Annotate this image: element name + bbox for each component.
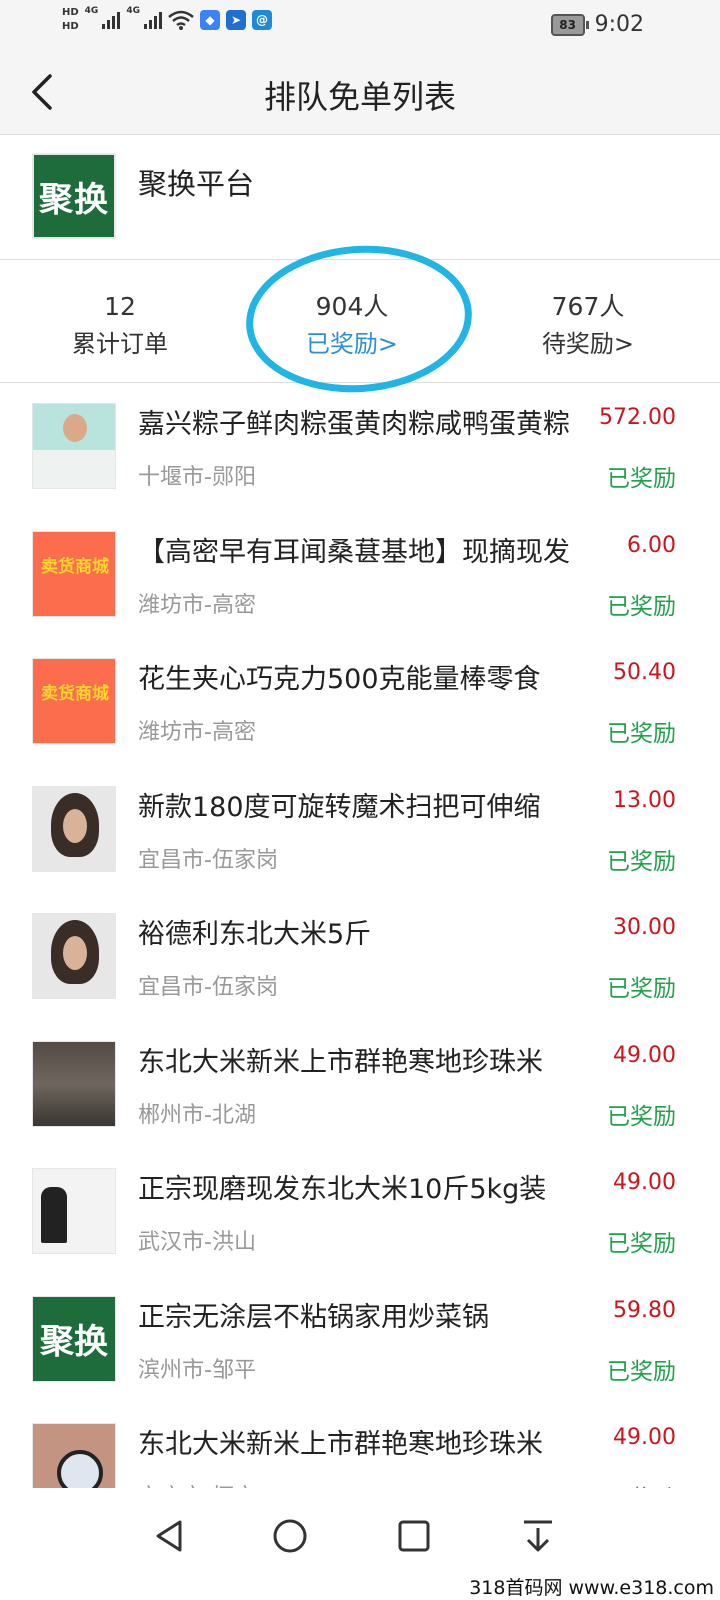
list-item[interactable]: 正宗现磨现发东北大米10斤5kg装 武汉市-洪山 49.00 已奖励 (0, 1148, 720, 1276)
watermark: 318首码网 www.e318.com (467, 1573, 716, 1600)
item-status: 已奖励 (607, 848, 676, 875)
nav-home-button[interactable] (270, 1516, 310, 1556)
stat-label: 累计订单 (72, 330, 168, 358)
item-title: 花生夹心巧克力500克能量棒零食 (138, 664, 541, 695)
item-status: 已奖励 (607, 1358, 676, 1385)
reward-list: 嘉兴粽子鲜肉粽蛋黄肉粽咸鸭蛋黄粽 十堰市-郧阳 572.00 已奖励 卖货商城 … (0, 383, 720, 1488)
item-location: 潍坊市-高密 (138, 720, 256, 745)
wifi-icon (168, 10, 194, 30)
item-title: 正宗现磨现发东北大米10斤5kg装 (138, 1174, 547, 1205)
stat-rewarded[interactable]: 904人 已奖励> (232, 290, 472, 364)
status-bar: HD HD 4G 4G ◆ ➤ @ 83 9:02 (0, 0, 720, 50)
item-price: 49.00 (613, 1170, 676, 1195)
battery-icon: 83 (550, 13, 585, 36)
signal-icon (102, 11, 121, 29)
telegram-icon: ➤ (225, 10, 246, 30)
item-title: 裕德利东北大米5斤 (138, 919, 372, 950)
thumbnail-text: 卖货商城 (41, 556, 109, 577)
platform-logo: 聚换 (32, 153, 116, 239)
list-item[interactable]: 裕德利东北大米5斤 宜昌市-伍家岗 30.00 已奖励 (0, 893, 720, 1021)
item-status: 已奖励 (607, 721, 676, 747)
product-thumbnail: 卖货商城 (32, 658, 116, 744)
product-thumbnail (32, 1040, 116, 1127)
square-recents-icon (398, 1520, 430, 1552)
list-item[interactable]: 嘉兴粽子鲜肉粽蛋黄肉粽咸鸭蛋黄粽 十堰市-郧阳 572.00 已奖励 (0, 383, 720, 511)
item-price: 572.00 (599, 405, 676, 430)
arrow-down-bar-icon (524, 1520, 552, 1552)
hd-label-1: HD (62, 7, 79, 18)
product-thumbnail (32, 785, 116, 872)
nav-notification-button[interactable] (518, 1516, 558, 1556)
dropbox-icon: ◆ (199, 10, 220, 30)
item-location: 宜昌市-伍家岗 (138, 847, 278, 873)
status-bar-left: HD HD 4G 4G ◆ ➤ @ (62, 6, 272, 34)
triangle-back-icon (156, 1520, 182, 1552)
item-price: 6.00 (627, 532, 676, 558)
stat-total-orders: 12 累计订单 (0, 290, 240, 364)
system-nav-bar: 318首码网 www.e318.com (0, 1488, 720, 1600)
stat-value: 767人 (551, 292, 625, 321)
at-sign-icon: @ (251, 10, 272, 30)
list-item[interactable]: 聚换 正宗无涂层不粘锅家用炒菜锅 滨州市-邹平 59.80 已奖励 (0, 1276, 720, 1404)
item-status: 已奖励 (607, 593, 676, 620)
list-item[interactable]: 新款180度可旋转魔术扫把可伸缩 宜昌市-伍家岗 13.00 已奖励 (0, 766, 720, 894)
item-price: 49.00 (613, 1425, 676, 1450)
clock: 9:02 (594, 12, 644, 37)
item-location: 郴州市-北湖 (138, 1102, 256, 1128)
item-title: 东北大米新米上市群艳寒地珍珠米 (138, 1046, 543, 1078)
product-thumbnail: 聚换 (32, 1295, 116, 1382)
list-item[interactable]: 卖货商城 【高密早有耳闻桑葚基地】现摘现发 潍坊市-高密 6.00 已奖励 (0, 511, 720, 639)
app-header: 排队免单列表 (0, 50, 720, 135)
item-title: 东北大米新米上市群艳寒地珍珠米 (138, 1429, 543, 1460)
product-thumbnail (32, 403, 116, 489)
list-item[interactable]: 卖货商城 花生夹心巧克力500克能量棒零食 潍坊市-高密 50.40 已奖励 (0, 638, 720, 766)
item-location: 宜昌市-伍家岗 (138, 975, 278, 1000)
product-thumbnail: 卖货商城 (32, 530, 116, 617)
status-bar-right: 83 9:02 (550, 12, 644, 37)
nav-back-button[interactable] (150, 1516, 190, 1556)
item-title: 新款180度可旋转魔术扫把可伸缩 (138, 791, 541, 823)
nav-recents-button[interactable] (394, 1516, 434, 1556)
hd-labels: HD HD (62, 6, 79, 34)
item-status: 已奖励 (607, 466, 676, 492)
list-item[interactable]: 东北大米新米上市群艳寒地珍珠米 郴州市-北湖 49.00 已奖励 (0, 1021, 720, 1149)
item-price: 13.00 (613, 787, 676, 813)
product-thumbnail (32, 1168, 116, 1254)
item-price: 49.00 (613, 1042, 676, 1068)
product-thumbnail (32, 1423, 116, 1488)
item-status: 已奖励 (607, 1103, 676, 1130)
thumbnail-text: 卖货商城 (41, 684, 109, 704)
item-location: 滨州市-邹平 (138, 1357, 256, 1383)
pending-link[interactable]: 待奖励> (468, 324, 708, 364)
platform-name: 聚换平台 (138, 167, 255, 201)
stat-pending[interactable]: 767人 待奖励> (468, 290, 708, 364)
stat-value: 904人 (315, 292, 389, 321)
list-item[interactable]: 东北大米新米上市群艳寒地珍珠米 安庆市-怀宁 49.00 已奖励 (0, 1403, 720, 1488)
item-status: 已奖励 (607, 976, 676, 1002)
product-thumbnail (32, 913, 116, 999)
battery-tip (585, 20, 589, 29)
item-location: 武汉市-洪山 (138, 1230, 256, 1255)
stats-bar: 12 累计订单 904人 已奖励> 767人 待奖励> (0, 260, 720, 383)
item-title: 嘉兴粽子鲜肉粽蛋黄肉粽咸鸭蛋黄粽 (138, 409, 570, 440)
item-location: 潍坊市-高密 (138, 592, 256, 618)
page-title: 排队免单列表 (263, 78, 456, 116)
item-price: 30.00 (613, 915, 676, 940)
item-title: 【高密早有耳闻桑葚基地】现摘现发 (138, 536, 570, 568)
item-title: 正宗无涂层不粘锅家用炒菜锅 (138, 1301, 489, 1333)
stat-value: 12 (104, 292, 136, 321)
circle-home-icon (273, 1519, 307, 1553)
signal-icon-2 (143, 11, 162, 29)
item-price: 59.80 (613, 1297, 676, 1323)
item-status: 已奖励 (607, 1231, 676, 1257)
item-location: 十堰市-郧阳 (138, 465, 256, 490)
rewarded-link[interactable]: 已奖励> (232, 324, 472, 364)
hd-label-2: HD (62, 21, 79, 32)
item-location: 安庆市-怀宁 (138, 1479, 256, 1488)
platform-header: 聚换 聚换平台 (0, 135, 720, 260)
item-price: 50.40 (613, 660, 676, 685)
network-type-1: 4G (84, 6, 99, 16)
network-type-2: 4G (126, 6, 140, 16)
item-status: 已奖励 (607, 1479, 676, 1488)
